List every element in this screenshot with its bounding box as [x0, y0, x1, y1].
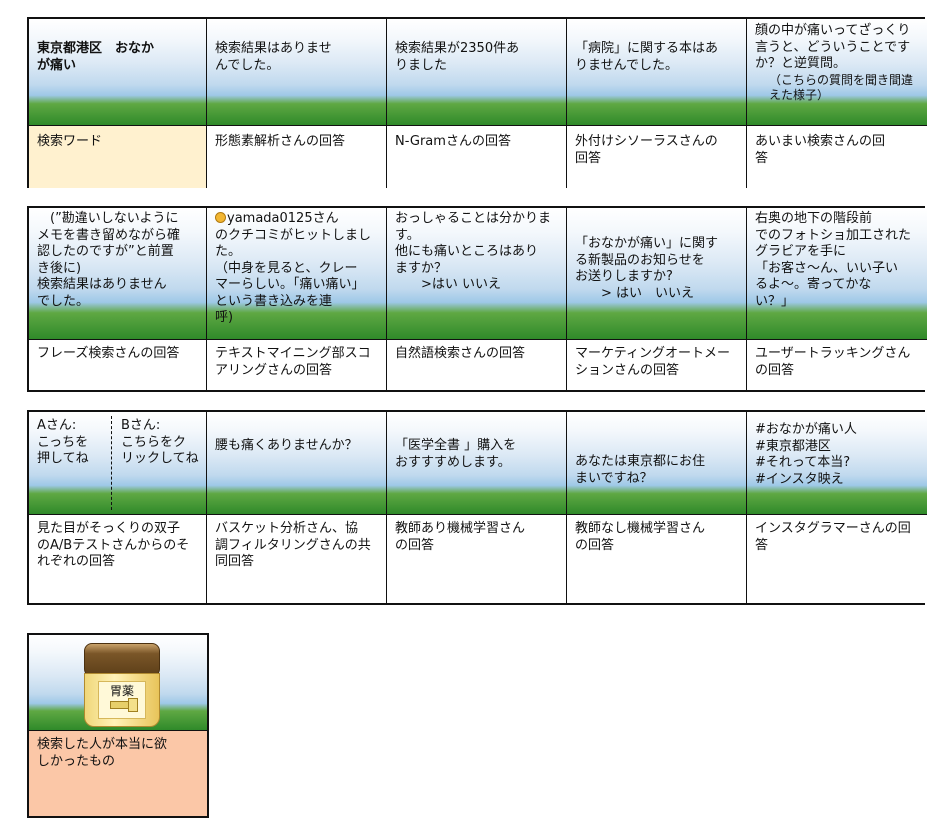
instagram-answer-cell: #おなかが痛い人 #東京都港区 #それって本当? #インスタ映え: [747, 412, 927, 515]
label-fuzzy: あいまい検索さんの回 答: [747, 126, 927, 188]
label-search-word: 検索ワード: [29, 126, 207, 188]
label-thesaurus: 外付けシソーラスさんの 回答: [567, 126, 747, 188]
text-mining-answer-cell: yamada0125さん のクチコミがヒットしました。 （中身を見ると、クレー …: [207, 208, 387, 340]
label-tracking: ユーザートラッキングさん の回答: [747, 340, 927, 390]
label-unsupervised: 教師なし機械学習さん の回答: [567, 515, 747, 603]
fuzzy-answer-cell: 顔の中が痛いってざっくり 言うと、どういうことです か？と逆質問。 （こちらの質…: [747, 19, 927, 126]
label-ab-test: 見た目がそっくりの双子 のA/Bテストさんからのそ れぞれの回答: [29, 515, 207, 603]
unsupervised-answer-cell: あなたは東京都にお住 まいですね？: [567, 412, 747, 515]
search-word-cell: 東京都港区 おなか が痛い: [29, 19, 207, 126]
label-morphological: 形態素解析さんの回答: [207, 126, 387, 188]
medicine-jar-cell: 胃薬: [29, 635, 207, 731]
supervised-answer-cell: 「医学全書 」購入を おすすすめします。: [387, 412, 567, 515]
natural-language-answer-cell: おっしゃることは分かりま す。 他にも痛いところはあり ますか？ >はい いいえ: [387, 208, 567, 340]
tracking-answer-cell: 右奥の地下の階段前 でのフォトショ加工された グラビアを手に 「お客さ～ん、いい…: [747, 208, 927, 340]
label-supervised: 教師あり機械学習さん の回答: [387, 515, 567, 603]
thesaurus-answer-cell: 「病院」に関する本はあ りませんでした。: [567, 19, 747, 126]
label-basket: バスケット分析さん、協 調フィルタリングさんの共 同回答: [207, 515, 387, 603]
basket-answer-cell: 腰も痛くありませんか？: [207, 412, 387, 515]
table-2: (”勘違いしないように メモを書き留めながら確 認したのですが”と前置 き後に)…: [27, 206, 927, 392]
jar-lid: [84, 643, 160, 677]
medicine-jar-icon: 胃薬: [84, 643, 160, 727]
table-3: Aさん: こっちを 押してね Bさん: こちらをク リックしてね 腰も痛くありま…: [27, 410, 927, 605]
label-phrase: フレーズ検索さんの回答: [29, 340, 207, 390]
label-text-mining: テキストマイニング部スコ アリングさんの回答: [207, 340, 387, 390]
label-ngram: N-Gramさんの回答: [387, 126, 567, 188]
label-natural-language: 自然語検索さんの回答: [387, 340, 567, 390]
smile-icon: [215, 212, 226, 223]
text-mining-answer-text: yamada0125さん のクチコミがヒットしました。 （中身を見ると、クレー …: [215, 211, 372, 325]
spoon-head-icon: [128, 698, 138, 712]
label-true-want: 検索した人が本当に欲 しかったもの: [29, 731, 207, 816]
fuzzy-answer-note: （こちらの質問を聞き間違 えた様子）: [769, 72, 914, 102]
ab-test-answer-cell: Aさん: こっちを 押してね Bさん: こちらをク リックしてね: [29, 412, 207, 515]
marketing-answer-cell: 「おなかが痛い」に関す る新製品のお知らせを お送りしますか? > はい いいえ: [567, 208, 747, 340]
jar-label: 胃薬: [98, 681, 146, 719]
label-marketing: マーケティングオートメー ションさんの回答: [567, 340, 747, 390]
ngram-answer-cell: 検索結果が2350件あ りました: [387, 19, 567, 126]
label-instagram: インスタグラマーさんの回 答: [747, 515, 927, 603]
ab-test-b-text: Bさん: こちらをク リックしてね: [121, 418, 199, 466]
phrase-answer-cell: (”勘違いしないように メモを書き留めながら確 認したのですが”と前置 き後に)…: [29, 208, 207, 340]
table-1: 東京都港区 おなか が痛い 検索結果はありませ んでした。 検索結果が2350件…: [27, 17, 927, 188]
ab-test-a-text: Aさん: こっちを 押してね: [37, 418, 89, 466]
table-4: 胃薬 検索した人が本当に欲 しかったもの: [27, 633, 209, 818]
ab-divider: [111, 416, 112, 510]
morphological-answer-cell: 検索結果はありませ んでした。: [207, 19, 387, 126]
fuzzy-answer-text: 顔の中が痛いってざっくり 言うと、どういうことです か？と逆質問。: [755, 23, 911, 71]
